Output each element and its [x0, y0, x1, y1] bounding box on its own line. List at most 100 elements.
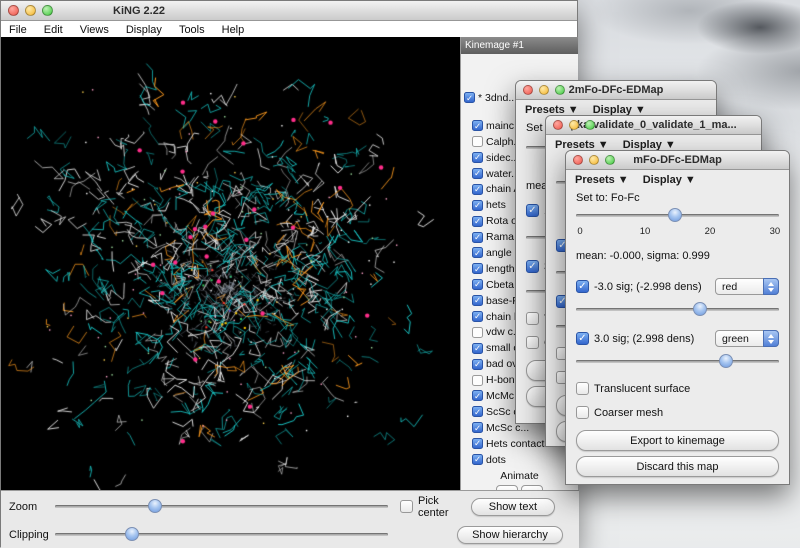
clipping-slider[interactable] [55, 527, 388, 542]
item-label: dots [486, 454, 506, 466]
neg-slider-thumb[interactable] [693, 302, 707, 316]
edmap-mfo-window: mFo-DFc-EDMap Presets ▼ Display ▼ Set to… [565, 150, 790, 485]
item-checkbox[interactable] [472, 406, 483, 417]
discard-map-button[interactable]: Discard this map [576, 456, 779, 477]
pos-contour-checkbox[interactable] [526, 260, 539, 273]
edmap-2mfo-titlebar[interactable]: 2mFo-DFc-EDMap [516, 81, 716, 100]
pick-center-checkbox[interactable] [400, 500, 413, 513]
display-menu[interactable]: Display ▼ [643, 174, 696, 186]
item-checkbox[interactable] [472, 120, 483, 131]
kinemage-item-row[interactable]: dots [472, 452, 578, 468]
zoom-button[interactable] [42, 5, 53, 16]
window-title: KiNG 2.22 [113, 5, 165, 17]
translucent-label: Translucent surface [594, 383, 690, 395]
stats-label: mean: -0.000, sigma: 0.999 [576, 250, 779, 262]
coarser-checkbox[interactable] [576, 406, 589, 419]
clipping-label: Clipping [9, 529, 55, 541]
pos-contour-label: 3.0 sig; (2.998 dens) [594, 333, 694, 345]
close-button[interactable] [8, 5, 19, 16]
menu-file[interactable]: File [9, 24, 27, 36]
zoom-label: Zoom [9, 501, 55, 513]
item-checkbox[interactable] [472, 375, 483, 386]
item-checkbox[interactable] [472, 279, 483, 290]
tick-10: 10 [640, 226, 651, 237]
zoom-slider-track[interactable] [55, 505, 388, 508]
neg-contour-label: -3.0 sig; (-2.998 dens) [594, 281, 702, 293]
viewer-controls-bar: Zoom Pick center Show text Clipping Show… [1, 490, 579, 548]
show-hierarchy-button[interactable]: Show hierarchy [457, 526, 563, 544]
king-window: KiNG 2.22 File Edit Views Display Tools … [0, 0, 578, 547]
menu-views[interactable]: Views [80, 24, 109, 36]
tick-0: 0 [577, 226, 582, 237]
zoom-button[interactable] [585, 120, 595, 130]
item-checkbox[interactable] [472, 184, 483, 195]
minimize-button[interactable] [569, 120, 579, 130]
item-checkbox[interactable] [472, 232, 483, 243]
item-checkbox[interactable] [472, 359, 483, 370]
pos-slider-thumb[interactable] [719, 354, 733, 368]
clipping-slider-track[interactable] [55, 533, 388, 536]
neg-contour-checkbox[interactable] [576, 280, 589, 293]
translucent-row: Translucent surface [576, 382, 779, 395]
item-checkbox[interactable] [472, 295, 483, 306]
minimize-button[interactable] [589, 155, 599, 165]
minimize-button[interactable] [539, 85, 549, 95]
menu-tools[interactable]: Tools [179, 24, 205, 36]
item-checkbox[interactable] [472, 200, 483, 211]
pos-contour-slider[interactable] [576, 354, 779, 369]
clipping-slider-thumb[interactable] [125, 527, 139, 541]
item-label: Hets contacts [486, 438, 550, 450]
menu-edit[interactable]: Edit [44, 24, 63, 36]
level-slider-thumb[interactable] [668, 208, 682, 222]
set-to-label: Set to: Fo-Fc [576, 192, 779, 204]
coarser-row: Coarser mesh [576, 406, 779, 419]
item-checkbox[interactable] [472, 247, 483, 258]
item-checkbox[interactable] [472, 438, 483, 449]
export-to-kinemage-button[interactable]: Export to kinemage [576, 430, 779, 451]
pka-titlebar[interactable]: pka-validate_0_validate_1_ma... [546, 116, 761, 135]
molecule-canvas[interactable] [1, 37, 460, 490]
animate-label: Animate [461, 470, 578, 482]
item-checkbox[interactable] [472, 311, 483, 322]
translucent-checkbox[interactable] [576, 382, 589, 395]
item-checkbox[interactable] [472, 216, 483, 227]
zoom-slider-thumb[interactable] [148, 499, 162, 513]
item-checkbox[interactable] [472, 136, 483, 147]
menu-help[interactable]: Help [222, 24, 245, 36]
tick-20: 20 [705, 226, 716, 237]
menu-display[interactable]: Display [126, 24, 162, 36]
item-checkbox[interactable] [472, 454, 483, 465]
item-checkbox[interactable] [472, 327, 483, 338]
presets-menu[interactable]: Presets ▼ [575, 174, 629, 186]
pos-color-value: green [722, 333, 749, 345]
close-button[interactable] [553, 120, 563, 130]
item-checkbox[interactable] [472, 390, 483, 401]
close-button[interactable] [573, 155, 583, 165]
pos-contour-color-select[interactable]: green [715, 330, 779, 347]
close-button[interactable] [523, 85, 533, 95]
pos-contour-checkbox[interactable] [576, 332, 589, 345]
item-checkbox[interactable] [472, 343, 483, 354]
neg-contour-slider[interactable] [576, 302, 779, 317]
item-checkbox[interactable] [472, 263, 483, 274]
kinemage-root-checkbox[interactable] [464, 92, 475, 103]
neg-contour-checkbox[interactable] [526, 204, 539, 217]
kinemage-panel-header: Kinemage #1 [461, 37, 578, 54]
zoom-button[interactable] [555, 85, 565, 95]
level-slider[interactable] [576, 208, 779, 223]
minimize-button[interactable] [25, 5, 36, 16]
item-checkbox[interactable] [472, 422, 483, 433]
zoom-slider[interactable] [55, 499, 388, 514]
neg-contour-row: -3.0 sig; (-2.998 dens) red [576, 278, 779, 295]
item-checkbox[interactable] [472, 152, 483, 163]
show-text-button[interactable]: Show text [471, 498, 555, 516]
neg-contour-color-select[interactable]: red [715, 278, 779, 295]
translucent-checkbox[interactable] [526, 312, 539, 325]
item-checkbox[interactable] [472, 168, 483, 179]
zoom-button[interactable] [605, 155, 615, 165]
pick-center-label: Pick center [418, 495, 471, 519]
animate-section: Animate ◀ ▶ [461, 470, 578, 490]
king-titlebar[interactable]: KiNG 2.22 [1, 1, 577, 21]
coarser-checkbox[interactable] [526, 336, 539, 349]
edmap-mfo-titlebar[interactable]: mFo-DFc-EDMap [566, 151, 789, 170]
